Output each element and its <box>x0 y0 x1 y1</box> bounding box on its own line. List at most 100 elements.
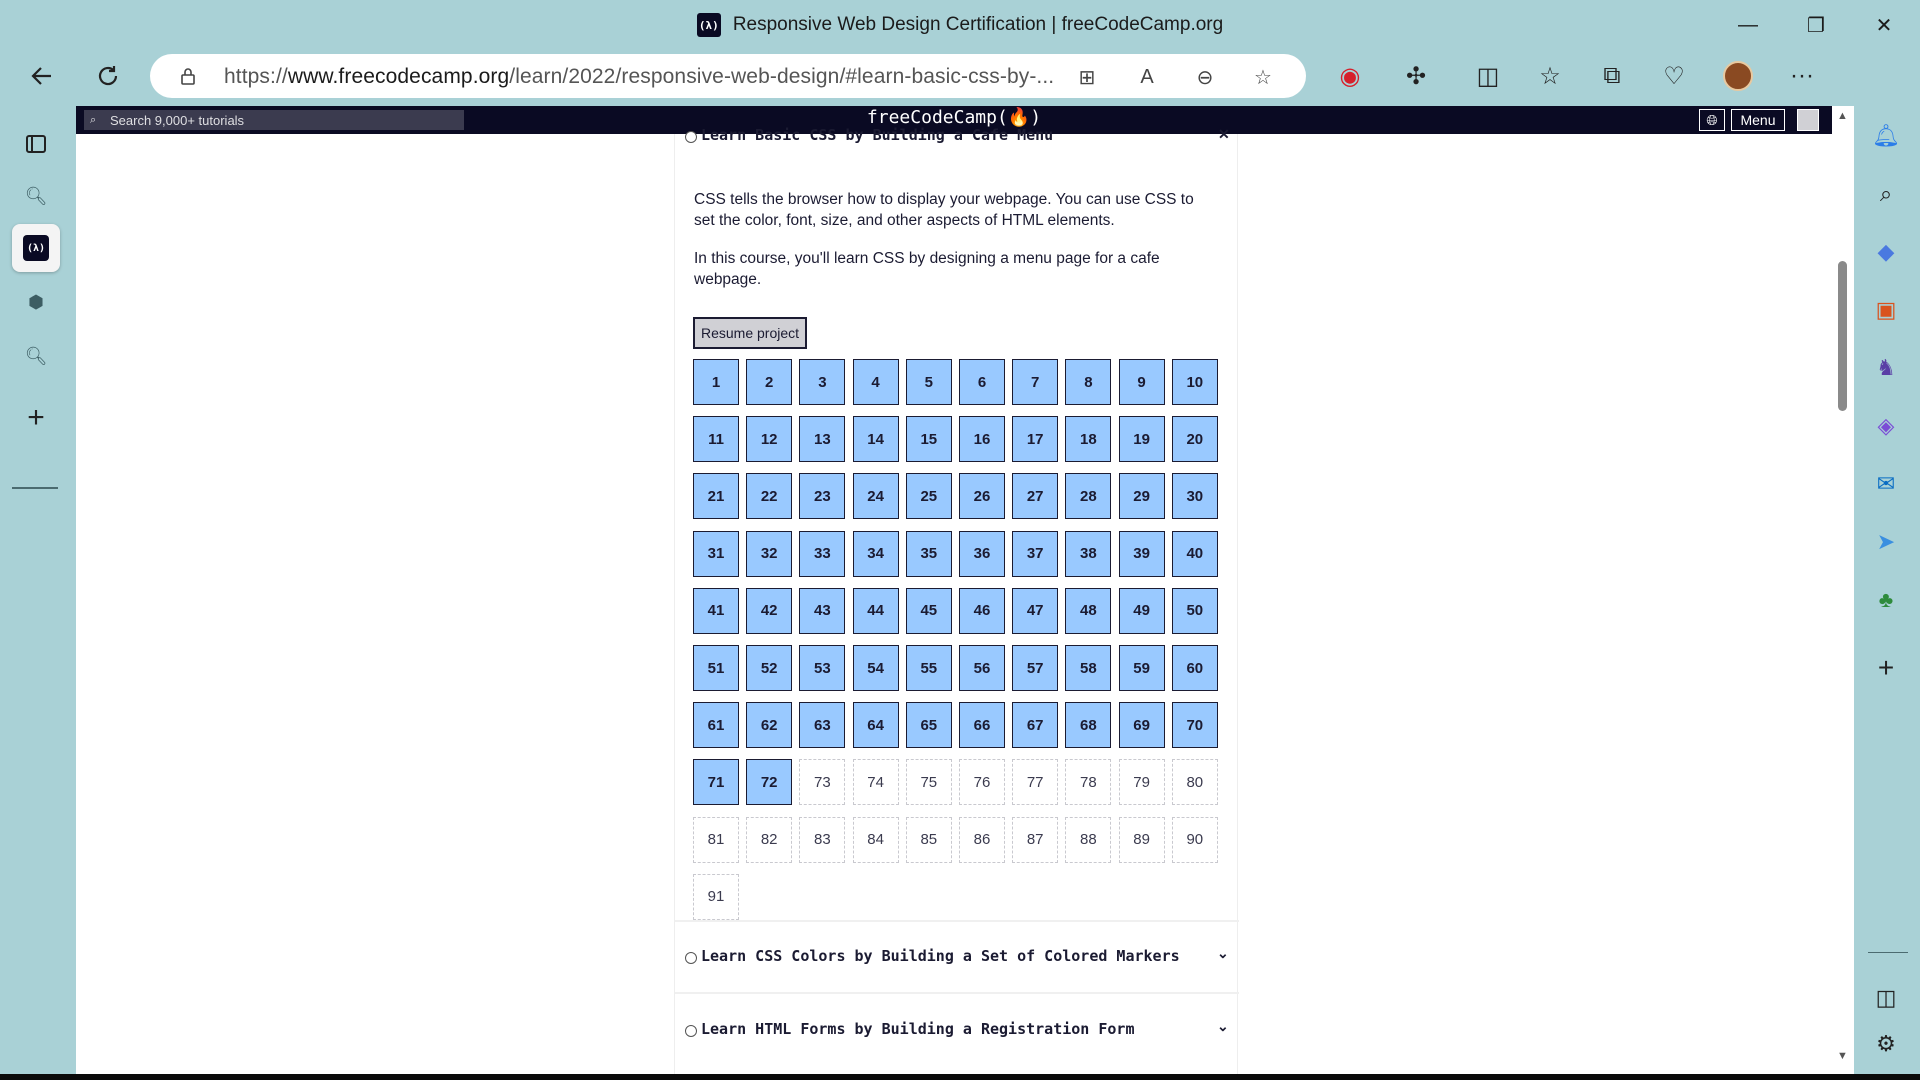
step-button-72[interactable]: 72 <box>746 759 793 806</box>
step-button-8[interactable]: 8 <box>1065 359 1112 405</box>
step-button-51[interactable]: 51 <box>693 645 739 691</box>
page-scrollbar[interactable]: ▲ ▼ <box>1832 106 1854 1074</box>
search-icon[interactable]: ⌕ <box>1868 176 1904 212</box>
block-title-registration-form[interactable]: Learn HTML Forms by Building a Registrat… <box>701 1020 1134 1038</box>
step-button-69[interactable]: 69 <box>1118 702 1165 749</box>
step-button-21[interactable]: 21 <box>693 473 739 520</box>
tab-hexagon-site[interactable]: ⬢ <box>12 278 60 326</box>
step-button-19[interactable]: 19 <box>1118 416 1165 463</box>
step-button-3[interactable]: 3 <box>799 359 846 405</box>
step-button-35[interactable]: 35 <box>905 530 952 577</box>
step-button-32[interactable]: 32 <box>746 530 793 577</box>
step-button-86[interactable]: 86 <box>959 816 1005 863</box>
step-button-45[interactable]: 45 <box>905 587 952 634</box>
step-button-55[interactable]: 55 <box>905 645 952 691</box>
step-button-40[interactable]: 40 <box>1171 530 1218 577</box>
step-button-44[interactable]: 44 <box>852 587 899 634</box>
tab-actions-icon[interactable] <box>12 120 60 168</box>
step-button-90[interactable]: 90 <box>1171 816 1218 863</box>
step-button-43[interactable]: 43 <box>799 587 846 634</box>
scrollbar-thumb[interactable] <box>1838 261 1847 411</box>
tab-search-result-2[interactable]: 🔍︎ <box>12 332 60 380</box>
extensions-icon[interactable]: ✣ <box>1394 54 1438 98</box>
step-button-41[interactable]: 41 <box>693 587 739 634</box>
step-button-57[interactable]: 57 <box>1012 645 1059 691</box>
step-button-33[interactable]: 33 <box>799 530 846 577</box>
step-button-59[interactable]: 59 <box>1118 645 1165 691</box>
back-button[interactable] <box>20 54 64 98</box>
step-button-13[interactable]: 13 <box>799 416 846 463</box>
tools-briefcase-icon[interactable]: ▣ <box>1868 292 1904 328</box>
chevron-down-icon[interactable]: ⌄ <box>1217 945 1229 962</box>
step-button-76[interactable]: 76 <box>959 759 1005 806</box>
step-button-47[interactable]: 47 <box>1012 587 1059 634</box>
fcc-brand-logo[interactable]: freeCodeCamp(🔥) <box>76 107 1832 128</box>
step-button-1[interactable]: 1 <box>693 359 739 405</box>
send-telegram-icon[interactable]: ➤ <box>1868 524 1904 560</box>
profile-avatar[interactable] <box>1716 54 1760 98</box>
step-button-48[interactable]: 48 <box>1065 587 1112 634</box>
step-button-56[interactable]: 56 <box>959 645 1005 691</box>
step-button-46[interactable]: 46 <box>959 587 1005 634</box>
step-button-85[interactable]: 85 <box>905 816 952 863</box>
step-button-39[interactable]: 39 <box>1118 530 1165 577</box>
step-button-38[interactable]: 38 <box>1065 530 1112 577</box>
outlook-icon[interactable]: ✉ <box>1868 466 1904 502</box>
tab-search-result-1[interactable]: 🔍︎ <box>12 172 60 220</box>
step-button-88[interactable]: 88 <box>1065 816 1112 863</box>
step-button-58[interactable]: 58 <box>1065 645 1112 691</box>
chevron-down-icon[interactable]: ⌄ <box>1217 1018 1229 1035</box>
tab-freecodecamp[interactable]: (λ) <box>12 224 60 272</box>
copilot-icon[interactable]: ◈ <box>1868 408 1904 444</box>
step-button-79[interactable]: 79 <box>1118 759 1165 806</box>
step-button-28[interactable]: 28 <box>1065 473 1112 520</box>
step-button-36[interactable]: 36 <box>959 530 1005 577</box>
step-button-37[interactable]: 37 <box>1012 530 1059 577</box>
step-button-23[interactable]: 23 <box>799 473 846 520</box>
settings-more-icon[interactable]: ··· <box>1780 54 1824 98</box>
step-button-42[interactable]: 42 <box>746 587 793 634</box>
step-button-73[interactable]: 73 <box>799 759 846 806</box>
scroll-down-arrow-icon[interactable]: ▼ <box>1837 1050 1848 1062</box>
step-button-80[interactable]: 80 <box>1171 759 1218 806</box>
step-button-89[interactable]: 89 <box>1118 816 1165 863</box>
new-tab-button[interactable]: + <box>12 394 60 442</box>
step-button-91[interactable]: 91 <box>693 873 739 920</box>
notification-bell-icon[interactable]: 🔔︎ <box>1868 118 1904 154</box>
step-button-75[interactable]: 75 <box>905 759 952 806</box>
step-button-54[interactable]: 54 <box>852 645 899 691</box>
url-text[interactable]: https://www.freecodecamp.org/learn/2022/… <box>224 65 1054 89</box>
step-button-53[interactable]: 53 <box>799 645 846 691</box>
step-button-30[interactable]: 30 <box>1171 473 1218 520</box>
step-button-50[interactable]: 50 <box>1171 587 1218 634</box>
step-button-78[interactable]: 78 <box>1065 759 1112 806</box>
step-button-77[interactable]: 77 <box>1012 759 1059 806</box>
step-button-6[interactable]: 6 <box>959 359 1005 405</box>
step-button-81[interactable]: 81 <box>693 816 739 863</box>
step-button-83[interactable]: 83 <box>799 816 846 863</box>
step-button-71[interactable]: 71 <box>693 759 739 806</box>
add-sidebar-app-button[interactable]: + <box>1868 650 1904 686</box>
lock-icon[interactable] <box>178 66 198 86</box>
step-button-65[interactable]: 65 <box>905 702 952 749</box>
step-button-52[interactable]: 52 <box>746 645 793 691</box>
step-button-27[interactable]: 27 <box>1012 473 1059 520</box>
games-chess-icon[interactable]: ♞ <box>1868 350 1904 386</box>
step-button-24[interactable]: 24 <box>852 473 899 520</box>
step-button-9[interactable]: 9 <box>1118 359 1165 405</box>
resume-project-button[interactable]: Resume project <box>693 317 807 349</box>
step-button-63[interactable]: 63 <box>799 702 846 749</box>
step-button-64[interactable]: 64 <box>852 702 899 749</box>
step-button-15[interactable]: 15 <box>905 416 952 463</box>
step-button-67[interactable]: 67 <box>1012 702 1059 749</box>
favorite-star-icon[interactable]: ☆ <box>1250 64 1276 90</box>
refresh-button[interactable] <box>86 54 130 98</box>
step-button-34[interactable]: 34 <box>852 530 899 577</box>
course-title[interactable]: Learn Basic CSS by Building a Cafe Menu <box>701 126 1053 144</box>
close-window-button[interactable]: ✕ <box>1850 0 1918 50</box>
app-available-icon[interactable]: ⊞ <box>1074 64 1100 90</box>
step-button-10[interactable]: 10 <box>1171 359 1218 405</box>
step-button-66[interactable]: 66 <box>959 702 1005 749</box>
shopping-tag-icon[interactable]: ◆ <box>1868 234 1904 270</box>
collapse-x-icon[interactable]: ✕ <box>1218 126 1230 143</box>
